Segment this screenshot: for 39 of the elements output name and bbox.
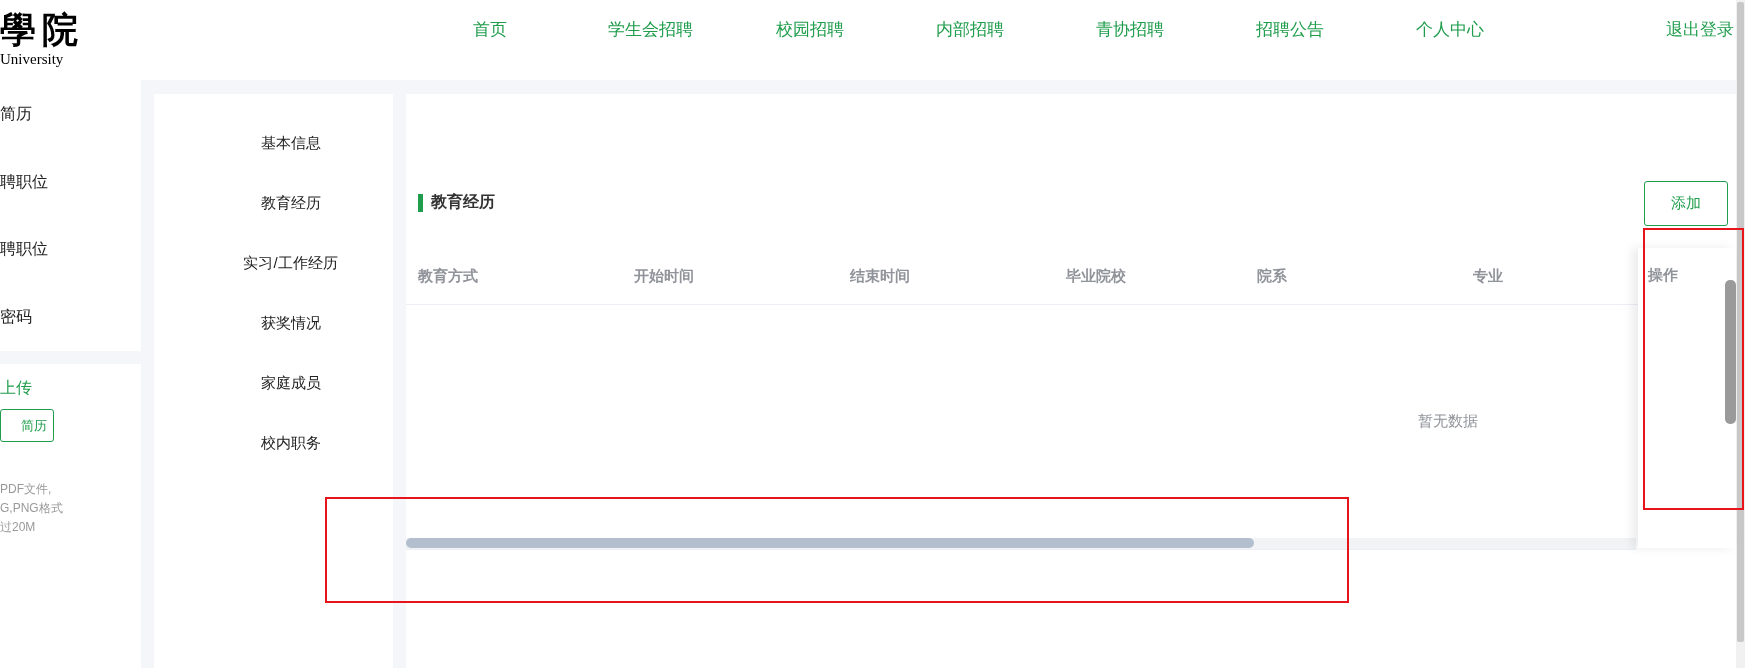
logo-subtitle: University (0, 50, 64, 68)
nav-link[interactable]: 学生会招聘 (607, 19, 693, 41)
section-nav-item[interactable]: 实习/工作经历 (243, 233, 338, 293)
column-header: 开始时间 (634, 266, 695, 286)
section-nav-item[interactable]: 教育经历 (260, 173, 321, 233)
upload-note: G,PNG格式 (0, 500, 63, 517)
nav-link[interactable]: 招聘公告 (1256, 19, 1324, 41)
section-nav-item[interactable]: 家庭成员 (260, 353, 321, 413)
column-header: 毕业院校 (1066, 266, 1127, 286)
scrollbar[interactable] (406, 538, 1636, 550)
column-header: 操作 (1648, 266, 1678, 285)
nav-link[interactable]: 个人中心 (1416, 19, 1484, 41)
nav-link[interactable]: 内部招聘 (936, 19, 1004, 41)
column-header: 教育方式 (418, 266, 479, 286)
upload-title: 上传 (0, 378, 32, 398)
scrollbar[interactable] (1725, 280, 1736, 424)
section-nav-item[interactable]: 获奖情况 (260, 293, 321, 353)
add-button[interactable]: 添加 (1644, 181, 1728, 226)
nav-link[interactable]: 首页 (473, 19, 507, 41)
sidebar-item[interactable]: 聘职位 (0, 216, 141, 284)
heading-bar (418, 193, 423, 212)
sidebar-item[interactable]: 密码 (0, 283, 141, 351)
upload-button[interactable]: 简历 (0, 409, 54, 442)
upload-note: 过20M (0, 519, 37, 536)
column-header: 院系 (1257, 266, 1288, 286)
column-header: 结束时间 (850, 266, 911, 286)
logo-text: 學院 (0, 10, 84, 50)
nav-link[interactable]: 校园招聘 (776, 19, 844, 41)
sidebar-item[interactable]: 聘职位 (0, 148, 141, 216)
upload-note: PDF文件, (0, 481, 53, 498)
section-nav-item[interactable]: 校内职务 (260, 413, 321, 473)
scrollbar[interactable] (1736, 0, 1745, 668)
section-nav-item[interactable]: 基本信息 (260, 113, 321, 173)
section-title: 教育经历 (431, 192, 495, 212)
empty-text: 暂无数据 (1418, 412, 1478, 431)
logout-link[interactable]: 退出登录 (1666, 19, 1734, 41)
nav-link[interactable]: 青协招聘 (1096, 19, 1164, 41)
sidebar-item[interactable]: 简历 (0, 81, 141, 149)
column-header: 专业 (1473, 266, 1504, 286)
